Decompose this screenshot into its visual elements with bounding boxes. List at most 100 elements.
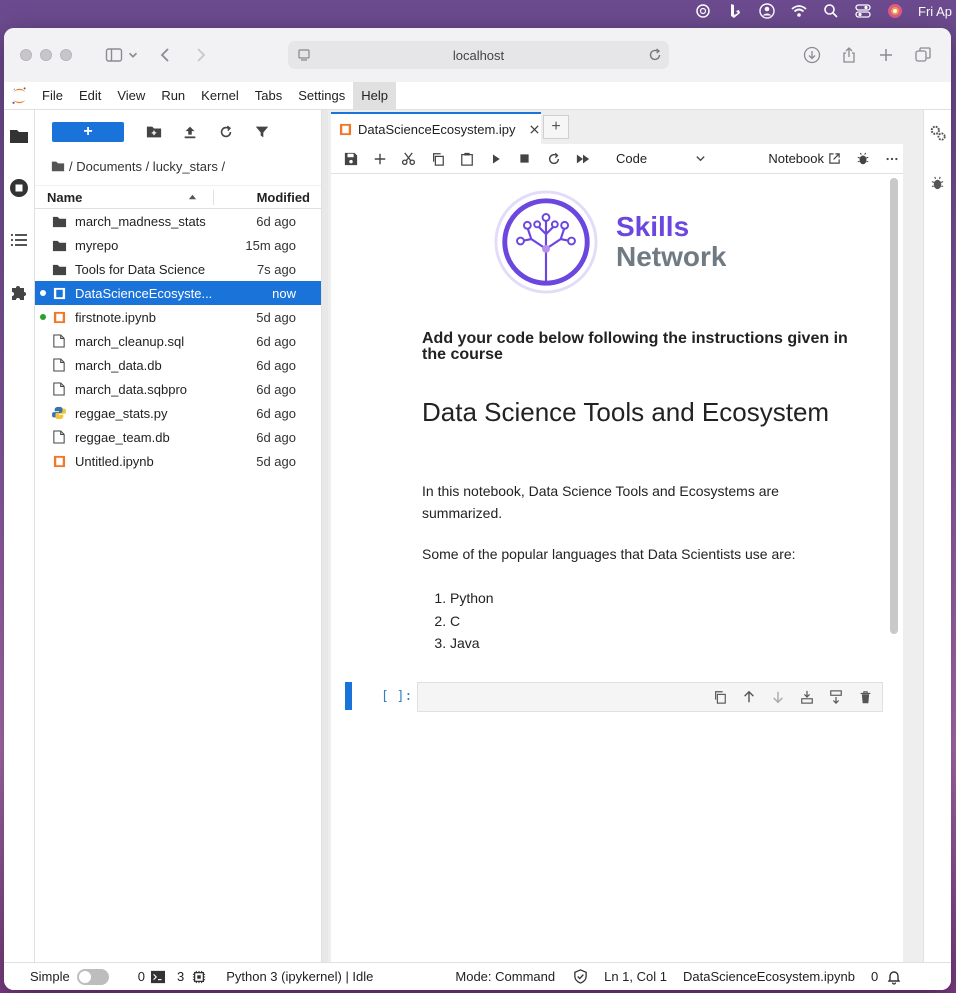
chevron-down-icon[interactable] [126,43,140,67]
table-of-contents-icon[interactable] [9,230,29,250]
filter-icon[interactable] [250,120,274,144]
cell-type-select[interactable]: Code [616,151,706,166]
markdown-cell-languages[interactable]: Some of the popular languages that Data … [422,543,862,655]
markdown-cell-intro[interactable]: In this notebook, Data Science Tools and… [422,480,822,524]
new-tab-icon[interactable] [874,43,898,67]
file-name[interactable]: Tools for Data Science [75,262,217,277]
save-icon[interactable] [339,147,362,171]
file-name[interactable]: march_cleanup.sql [75,334,217,349]
new-folder-icon[interactable] [142,120,166,144]
openai-icon[interactable] [694,2,712,20]
terminals-count[interactable]: 0 [138,969,145,984]
cursor-position[interactable]: Ln 1, Col 1 [604,969,667,984]
markdown-cell-title[interactable]: Data Science Tools and Ecosystem [422,398,862,427]
file-row[interactable]: march_data.sqbpro 6d ago [35,377,321,401]
folder-icon[interactable] [9,126,29,146]
file-row[interactable]: Tools for Data Science 7s ago [35,257,321,281]
file-name[interactable]: DataScienceEcosyste... [75,286,217,301]
fast-forward-icon[interactable] [571,147,594,171]
upload-icon[interactable] [178,120,202,144]
file-row[interactable]: march_cleanup.sql 6d ago [35,329,321,353]
file-name[interactable]: myrepo [75,238,217,253]
kernel-chip-icon[interactable] [192,970,206,984]
close-tab-icon[interactable] [529,124,540,135]
extensions-icon[interactable] [9,282,29,302]
notebook-tab[interactable]: DataScienceEcosystem.ipy [331,112,541,144]
kernel-status[interactable]: Python 3 (ipykernel) | Idle [226,969,373,984]
column-modified[interactable]: Modified [214,190,321,205]
insert-cell-icon[interactable] [368,147,391,171]
stop-icon[interactable] [513,147,536,171]
menubar-clock[interactable]: Fri Ap [918,4,952,19]
markdown-cell-instructions[interactable]: Add your code below following the instru… [422,331,862,363]
duplicate-cell-icon[interactable] [709,687,731,707]
reload-icon[interactable] [647,47,663,63]
simple-mode-toggle[interactable] [76,968,109,985]
file-name[interactable]: march_data.sqbpro [75,382,217,397]
code-cell-active[interactable]: [ ]: [345,682,885,712]
open-in-notebook-button[interactable]: Notebook [768,151,841,166]
downloads-icon[interactable] [800,43,824,67]
site-settings-icon[interactable] [296,47,312,63]
file-name[interactable]: Untitled.ipynb [75,454,217,469]
file-name[interactable]: firstnote.ipynb [75,310,217,325]
spotlight-search-icon[interactable] [822,2,840,20]
menu-run[interactable]: Run [153,82,193,110]
minimize-window-button[interactable] [40,49,52,61]
close-window-button[interactable] [20,49,32,61]
terminal-icon[interactable] [150,970,165,984]
notebook-content[interactable]: Skills Network Add your code below follo… [331,174,903,962]
menu-settings[interactable]: Settings [290,82,353,110]
paste-icon[interactable] [455,147,478,171]
refresh-icon[interactable] [214,120,238,144]
more-options-icon[interactable] [880,147,903,171]
wifi-icon[interactable] [790,2,808,20]
running-sessions-icon[interactable] [9,178,29,198]
notification-bell-icon[interactable] [886,969,902,985]
notebook-scrollbar[interactable] [890,178,898,634]
bing-icon[interactable] [726,2,744,20]
new-tab-button[interactable]: + [543,115,569,139]
menu-tabs[interactable]: Tabs [247,82,290,110]
share-icon[interactable] [837,43,861,67]
file-row[interactable]: myrepo 15m ago [35,233,321,257]
file-row[interactable]: march_madness_stats 6d ago [35,209,321,233]
file-row[interactable]: DataScienceEcosyste... now [35,281,321,305]
file-name[interactable]: march_madness_stats [75,214,217,229]
notification-count[interactable]: 0 [871,969,878,984]
file-row[interactable]: Untitled.ipynb 5d ago [35,449,321,473]
url-text[interactable]: localhost [453,48,504,63]
breadcrumb-path[interactable]: / Documents / lucky_stars / [69,159,225,174]
control-center-icon[interactable] [854,2,872,20]
sidebar-toggle-icon[interactable] [102,43,126,67]
move-up-icon[interactable] [738,687,760,707]
file-name[interactable]: march_data.db [75,358,217,373]
forward-icon[interactable] [188,43,212,67]
cut-icon[interactable] [397,147,420,171]
user-icon[interactable] [758,2,776,20]
file-row[interactable]: reggae_stats.py 6d ago [35,401,321,425]
delete-cell-icon[interactable] [854,687,876,707]
back-icon[interactable] [154,43,178,67]
move-down-icon[interactable] [767,687,789,707]
notebook-tab-title[interactable]: DataScienceEcosystem.ipy [358,122,523,137]
menu-help[interactable]: Help [353,81,396,110]
property-inspector-icon[interactable] [929,124,947,142]
run-icon[interactable] [484,147,507,171]
insert-above-icon[interactable] [796,687,818,707]
address-bar[interactable]: localhost [288,41,669,69]
folder-icon[interactable] [51,159,65,173]
menu-file[interactable]: File [34,82,71,110]
siri-icon[interactable] [886,2,904,20]
file-row[interactable]: firstnote.ipynb 5d ago [35,305,321,329]
file-row[interactable]: reggae_team.db 6d ago [35,425,321,449]
copy-icon[interactable] [426,147,449,171]
breadcrumb[interactable]: / Documents / lucky_stars / [35,154,321,178]
file-name[interactable]: reggae_stats.py [75,406,217,421]
zoom-window-button[interactable] [60,49,72,61]
file-name[interactable]: reggae_team.db [75,430,217,445]
file-row[interactable]: march_data.db 6d ago [35,353,321,377]
menu-edit[interactable]: Edit [71,82,109,110]
new-launcher-button[interactable]: + [52,122,124,142]
insert-below-icon[interactable] [825,687,847,707]
